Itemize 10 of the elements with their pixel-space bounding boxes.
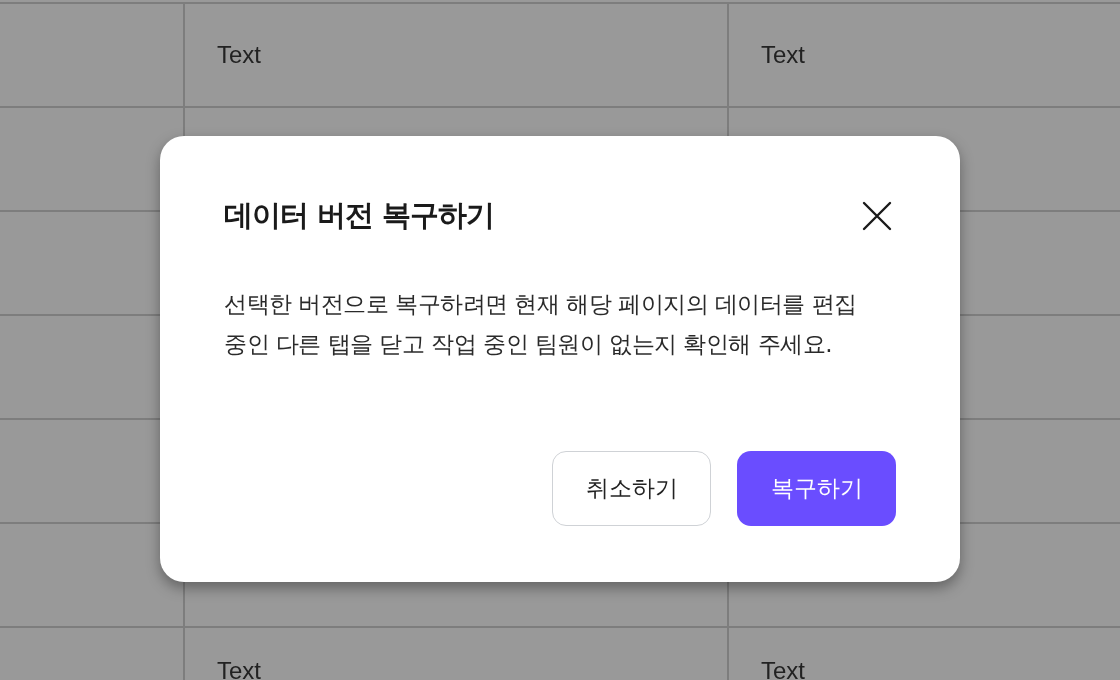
- table-cell-text: Text: [217, 41, 261, 69]
- restore-button[interactable]: 복구하기: [737, 451, 896, 526]
- table-cell-text: Text: [761, 41, 805, 69]
- dialog-title: 데이터 버전 복구하기: [224, 197, 495, 234]
- close-icon: [862, 201, 892, 231]
- close-button[interactable]: [862, 201, 892, 231]
- table-cell-text: Text: [761, 662, 805, 680]
- dialog-message: 선택한 버전으로 복구하려면 현재 해당 페이지의 데이터를 편집 중인 다른 탭을 닫고 작업 중인 팀원이 없는지 확인해 주세요.: [224, 290, 858, 359]
- cancel-button[interactable]: 취소하기: [552, 451, 711, 526]
- table-cell-text: Text: [217, 662, 261, 680]
